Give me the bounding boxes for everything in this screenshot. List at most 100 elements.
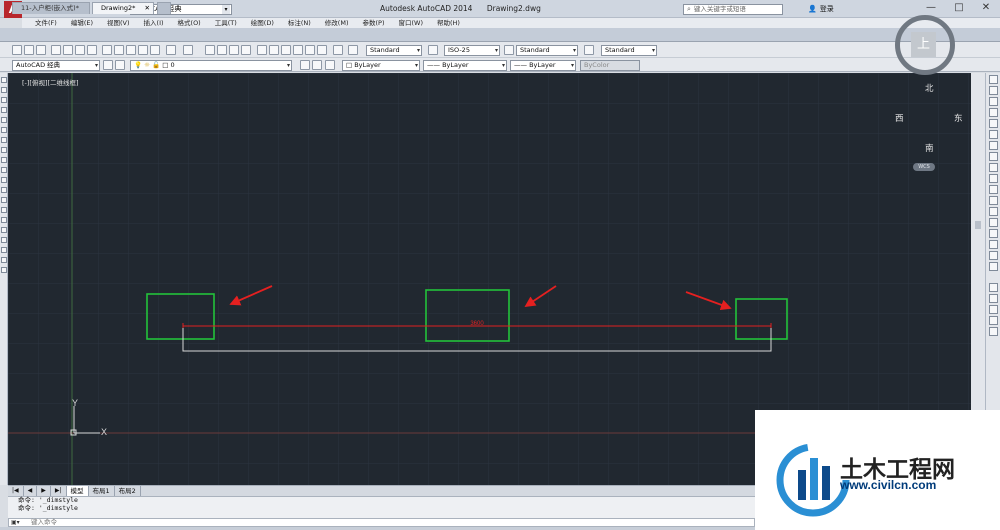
offset-icon[interactable]: [988, 108, 998, 117]
wcs-menu[interactable]: WCS: [913, 163, 935, 171]
dim-style-icon[interactable]: [428, 45, 438, 55]
copy-object-icon[interactable]: [988, 86, 998, 95]
fillet-icon[interactable]: [988, 240, 998, 249]
nav-prev-icon[interactable]: ◀: [24, 486, 38, 496]
cut-icon[interactable]: [102, 45, 112, 55]
region-icon[interactable]: [0, 237, 7, 243]
paste-icon[interactable]: [126, 45, 136, 55]
mirror-icon[interactable]: [988, 97, 998, 106]
spline-icon[interactable]: [0, 157, 7, 163]
publish-icon[interactable]: [75, 45, 85, 55]
polygon-icon[interactable]: [0, 107, 7, 113]
redo-icon[interactable]: [183, 45, 193, 55]
rotate-icon[interactable]: [988, 141, 998, 150]
array-icon[interactable]: [988, 119, 998, 128]
tab-drawing-2[interactable]: Drawing2* ✕: [92, 2, 154, 14]
stretch-icon[interactable]: [988, 163, 998, 172]
insert-block-icon[interactable]: [0, 187, 7, 193]
menu-tools[interactable]: 工具(T): [208, 18, 244, 28]
open-icon[interactable]: [24, 45, 34, 55]
add-selected-icon[interactable]: [0, 267, 7, 273]
preview-icon[interactable]: [63, 45, 73, 55]
layer-previous-icon[interactable]: [312, 60, 322, 70]
trim-icon[interactable]: [988, 174, 998, 183]
table-style-icon[interactable]: [504, 45, 514, 55]
workspace-dropdown-2[interactable]: AutoCAD 经典 ▾: [12, 60, 100, 71]
send-under-icon[interactable]: [988, 327, 998, 336]
help-icon[interactable]: [333, 45, 343, 55]
menu-dimension[interactable]: 标注(N): [281, 18, 318, 28]
tab-model[interactable]: 模型: [66, 486, 89, 496]
quickcalc-icon[interactable]: [317, 45, 327, 55]
make-block-icon[interactable]: [0, 197, 7, 203]
mtext-icon[interactable]: [0, 257, 7, 263]
color-dropdown[interactable]: □ ByLayer ▾: [342, 60, 420, 71]
break-icon[interactable]: [988, 207, 998, 216]
copy-icon[interactable]: [114, 45, 124, 55]
compass-south[interactable]: 南: [925, 142, 934, 154]
maximize-button[interactable]: □: [948, 2, 970, 15]
close-tab-icon[interactable]: ✕: [145, 3, 150, 14]
plotstyle-dropdown[interactable]: ByColor: [580, 60, 640, 71]
nav-next-icon[interactable]: ▶: [37, 486, 51, 496]
menu-view[interactable]: 视图(V): [100, 18, 137, 28]
menu-file[interactable]: 文件(F): [28, 18, 64, 28]
move-icon[interactable]: [988, 130, 998, 139]
command-input[interactable]: ▣▾ 键入命令: [8, 518, 755, 527]
block-editor-icon[interactable]: [150, 45, 160, 55]
blend-icon[interactable]: [988, 251, 998, 260]
tab-drawing-1[interactable]: 11-入户柜(嵌入式)*: [12, 2, 90, 14]
revision-cloud-icon[interactable]: [0, 147, 7, 153]
nav-last-icon[interactable]: ▶|: [51, 486, 67, 496]
properties-icon[interactable]: [257, 45, 267, 55]
menu-help[interactable]: 帮助(H): [430, 18, 467, 28]
zoom-previous-icon[interactable]: [241, 45, 251, 55]
new-icon[interactable]: [12, 45, 22, 55]
compass-north[interactable]: 北: [925, 82, 934, 94]
chamfer-icon[interactable]: [988, 229, 998, 238]
save-icon[interactable]: [36, 45, 46, 55]
tab-layout2[interactable]: 布局2: [115, 486, 141, 496]
lineweight-dropdown[interactable]: —— ByLayer ▾: [510, 60, 576, 71]
mleader-style-icon[interactable]: [584, 45, 594, 55]
markup-icon[interactable]: [305, 45, 315, 55]
send-back-icon[interactable]: [988, 305, 998, 314]
point-icon[interactable]: [0, 207, 7, 213]
text-style-icon[interactable]: [348, 45, 358, 55]
menu-format[interactable]: 格式(O): [171, 18, 208, 28]
make-current-layer-icon[interactable]: [300, 60, 310, 70]
text-style-dropdown[interactable]: Standard ▾: [366, 45, 422, 56]
plot-icon[interactable]: [51, 45, 61, 55]
match-properties-icon[interactable]: [138, 45, 148, 55]
design-center-icon[interactable]: [269, 45, 279, 55]
polyline-icon[interactable]: [0, 97, 7, 103]
draw-order-icon[interactable]: [988, 283, 998, 292]
extend-icon[interactable]: [988, 185, 998, 194]
circle-icon[interactable]: [0, 137, 7, 143]
viewport-controls-label[interactable]: [-][俯视][二维线框]: [22, 77, 79, 87]
table-style-dropdown[interactable]: Standard ▾: [516, 45, 578, 56]
join-icon[interactable]: [988, 218, 998, 227]
ellipse-icon[interactable]: [0, 167, 7, 173]
menu-modify[interactable]: 修改(M): [318, 18, 356, 28]
pan-icon[interactable]: [205, 45, 215, 55]
scale-icon[interactable]: [988, 152, 998, 161]
zoom-realtime-icon[interactable]: [217, 45, 227, 55]
gradient-icon[interactable]: [0, 227, 7, 233]
sheet-set-icon[interactable]: [293, 45, 303, 55]
rectangle-icon[interactable]: [0, 117, 7, 123]
new-tab-button[interactable]: [157, 2, 171, 14]
menu-draw[interactable]: 绘图(D): [244, 18, 281, 28]
3d-dwf-icon[interactable]: [87, 45, 97, 55]
undo-icon[interactable]: [166, 45, 176, 55]
menu-window[interactable]: 窗口(W): [391, 18, 430, 28]
arc-icon[interactable]: [0, 127, 7, 133]
line-icon[interactable]: [0, 77, 7, 83]
login-button[interactable]: 👤 登录: [808, 4, 834, 14]
close-button[interactable]: ✕: [975, 2, 997, 15]
break-at-point-icon[interactable]: [988, 196, 998, 205]
search-input[interactable]: ⌕ 键入关键字或短语: [683, 4, 783, 15]
dimension-text[interactable]: 3600: [470, 321, 484, 327]
compass-west[interactable]: 西: [895, 112, 904, 124]
bring-front-icon[interactable]: [988, 294, 998, 303]
